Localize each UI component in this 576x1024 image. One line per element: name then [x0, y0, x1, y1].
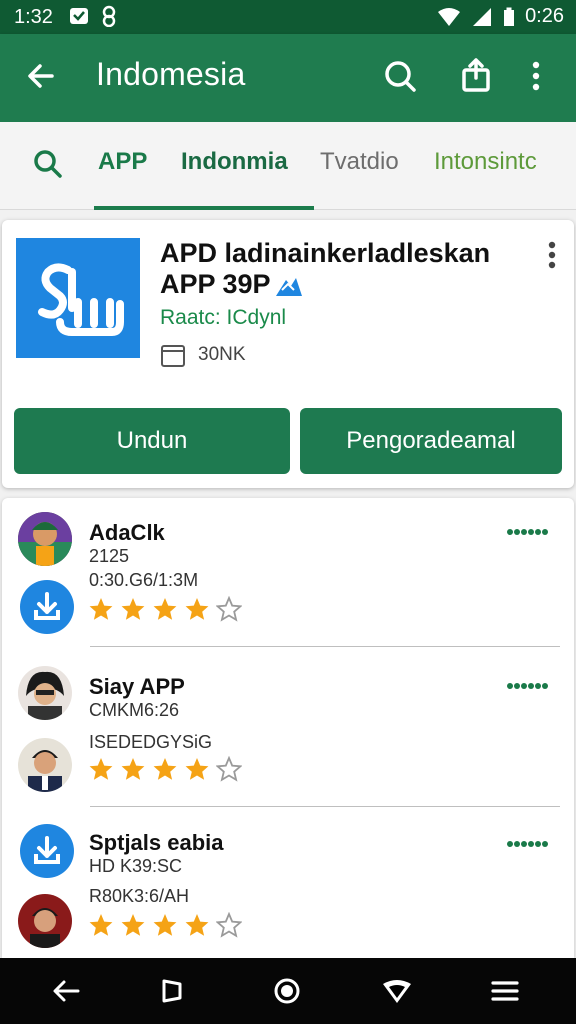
pengoradeamal-button[interactable]: Pengoradeamal: [300, 408, 562, 474]
app-icon[interactable]: [16, 238, 140, 358]
star-filled-icon: [185, 914, 209, 936]
list-item-line1: CMKM6:26: [89, 700, 180, 720]
download-icon[interactable]: [20, 580, 74, 634]
avatar: [18, 512, 72, 566]
list-item-title: AdaClk: [89, 520, 165, 545]
star-filled-icon: [153, 758, 177, 780]
cell-signal-icon: [473, 7, 492, 26]
wifi-icon: [438, 7, 461, 26]
divider: [90, 646, 560, 647]
divider: [90, 806, 560, 807]
star-filled-icon: [185, 598, 209, 620]
star-empty-icon: [216, 596, 242, 622]
battery-icon: [504, 7, 515, 26]
list-item-line2: 0:30.G6/1:3M: [89, 570, 199, 590]
star-filled-icon: [121, 914, 145, 936]
more-vert-icon[interactable]: [526, 56, 546, 96]
message-icon: [70, 8, 88, 24]
card-more-icon[interactable]: [544, 240, 560, 270]
star-filled-icon: [89, 914, 113, 936]
star-empty-icon: [216, 756, 242, 782]
list-item-title: Siay APP: [89, 674, 185, 699]
status-notification-icons: [68, 5, 120, 27]
status-clock-right: 0:26: [525, 5, 564, 27]
system-nav-bar: [0, 958, 576, 1024]
status-time: 1:32: [14, 6, 53, 28]
list-item-title: Sptjals eabia: [89, 830, 224, 855]
more-horiz-icon[interactable]: [506, 840, 550, 848]
star-filled-icon: [153, 598, 177, 620]
star-empty-icon: [216, 912, 242, 938]
badge-icon: [276, 278, 302, 296]
nav-back-icon[interactable]: [50, 974, 84, 1008]
star-filled-icon: [185, 758, 209, 780]
avatar: [18, 738, 72, 792]
tab-search-icon[interactable]: [30, 146, 66, 182]
app-card: APD ladinainkerladleskan APP 39P Raatc: …: [2, 220, 574, 488]
app-notification-icon: [102, 5, 116, 27]
app-logo-icon: [38, 263, 124, 336]
rating-stars: [88, 756, 242, 782]
star-filled-icon: [121, 598, 145, 620]
tab-indonmia[interactable]: Indonmia: [181, 148, 288, 176]
tab-app[interactable]: APP: [98, 148, 147, 176]
app-list: AdaClk 2125 0:30.G6/1:3M Siay APP CMKM6:…: [2, 498, 574, 958]
star-filled-icon: [89, 758, 113, 780]
status-bar: 1:32 0:26: [0, 0, 576, 34]
tab-tvatdio[interactable]: Tvatdio: [320, 148, 399, 176]
back-arrow-icon[interactable]: [22, 56, 62, 96]
app-size-value: 30NK: [198, 344, 246, 365]
avatar: [18, 894, 72, 948]
nav-recents-icon[interactable]: [156, 974, 190, 1008]
star-filled-icon: [153, 914, 177, 936]
undun-button[interactable]: Undun: [14, 408, 290, 474]
file-size-icon: [161, 345, 185, 367]
nav-menu-icon[interactable]: [488, 974, 522, 1008]
app-name: APD ladinainkerladleskan APP 39P: [160, 238, 491, 299]
nav-home-icon[interactable]: [270, 974, 304, 1008]
avatar: [18, 666, 72, 720]
app-size: 30NK: [160, 342, 246, 368]
share-icon[interactable]: [456, 56, 496, 96]
star-filled-icon: [121, 758, 145, 780]
rating-stars: [88, 912, 242, 938]
more-horiz-icon[interactable]: [506, 528, 550, 536]
app-rating: Raatc: ICdynl: [160, 306, 287, 329]
list-item[interactable]: Sptjals eabia HD K39:SC R80K3:6/AH: [2, 814, 574, 964]
list-item[interactable]: AdaClk 2125 0:30.G6/1:3M: [2, 498, 574, 648]
list-item-line2: R80K3:6/AH: [89, 886, 190, 906]
list-item-line1: 2125: [89, 546, 130, 566]
list-item[interactable]: Siay APP CMKM6:26 ISEDEDGYSiG: [2, 654, 574, 804]
nav-wifi-icon[interactable]: [380, 974, 414, 1008]
download-icon[interactable]: [20, 824, 74, 878]
tab-bar: APP Indonmia Tvatdio Intonsintc: [0, 122, 576, 210]
more-horiz-icon[interactable]: [506, 682, 550, 690]
star-filled-icon: [89, 598, 113, 620]
list-item-line2: ISEDEDGYSiG: [89, 732, 213, 752]
page-title: Indomesia: [96, 56, 246, 92]
list-item-line1: HD K39:SC: [89, 856, 183, 876]
search-icon[interactable]: [380, 56, 420, 96]
tab-intonsintc[interactable]: Intonsintc: [434, 148, 537, 176]
tab-indicator: [94, 206, 314, 210]
app-bar: Indomesia: [0, 34, 576, 122]
rating-stars: [88, 596, 242, 622]
